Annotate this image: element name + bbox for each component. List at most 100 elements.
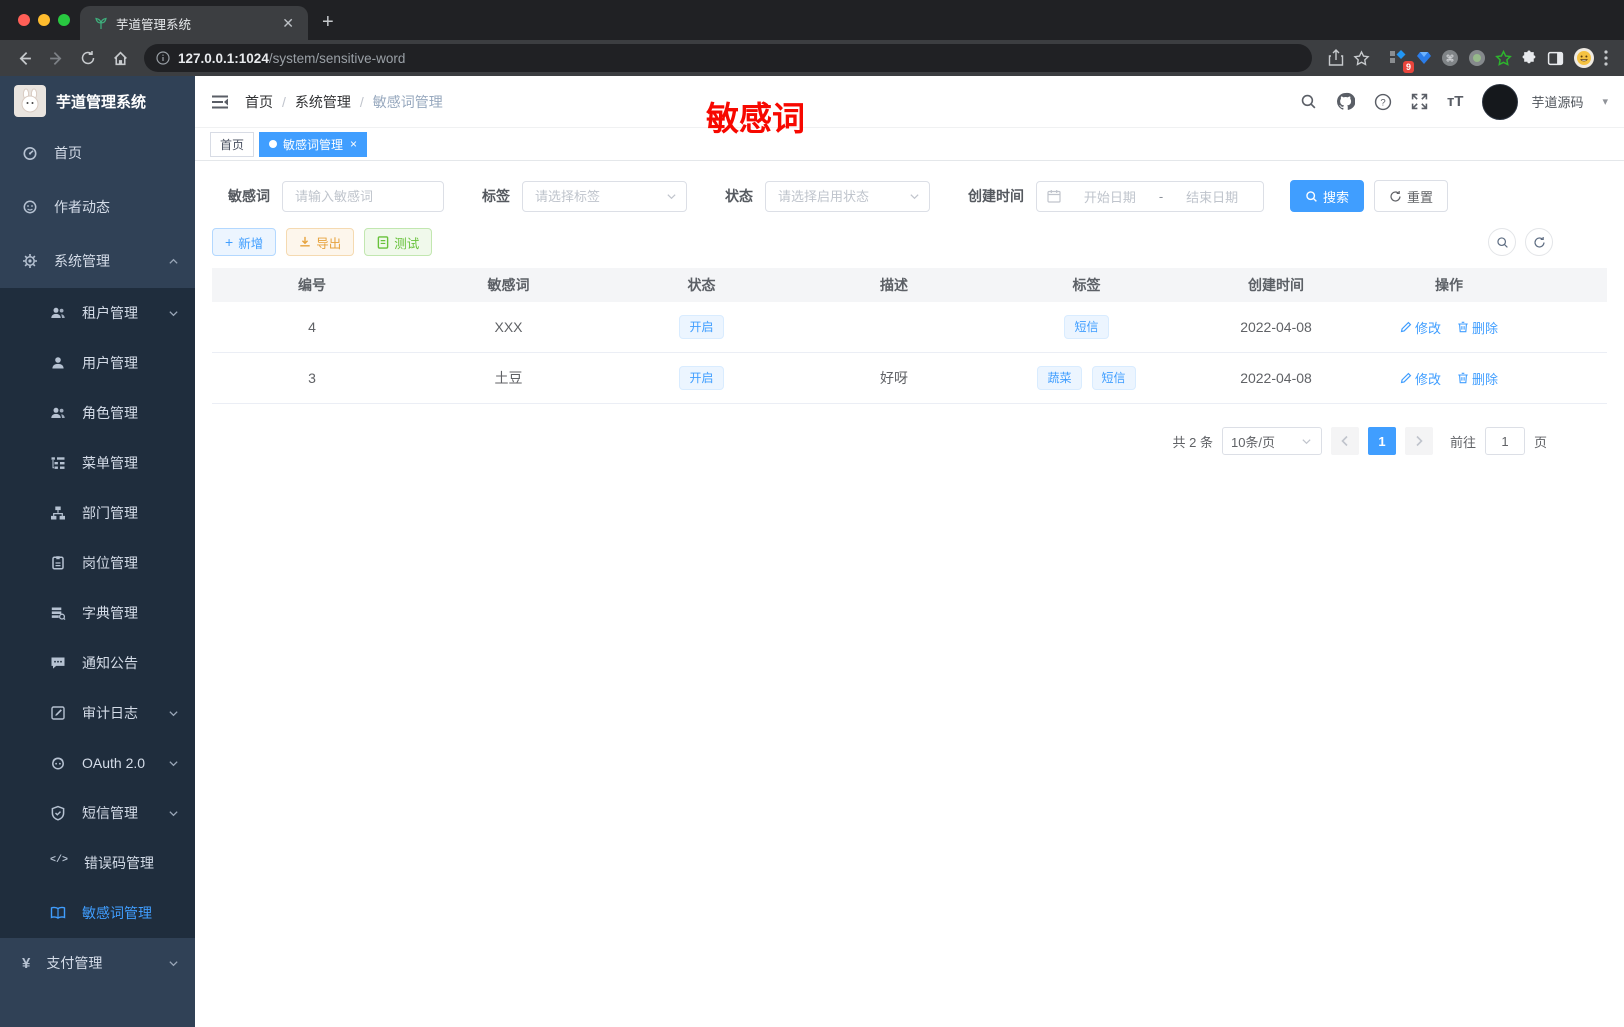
breadcrumb-system[interactable]: 系统管理 [295,92,351,112]
sidebar-item-role[interactable]: 角色管理 [0,388,195,438]
forward-icon[interactable] [42,44,70,72]
extensions-puzzle-icon[interactable] [1521,50,1538,67]
app-logo [14,85,46,117]
back-icon[interactable] [10,44,38,72]
extension-fehelper-icon[interactable]: 9 [1389,49,1414,73]
current-page-button[interactable]: 1 [1367,427,1396,455]
window-zoom-button[interactable] [58,14,70,26]
sidebar-item-dict[interactable]: 字典管理 [0,588,195,638]
url-bar[interactable]: 127.0.0.1:1024/system/sensitive-word [144,44,1312,72]
sidebar-item-dept[interactable]: 部门管理 [0,488,195,538]
github-icon[interactable] [1336,92,1355,111]
sidebar-item-user[interactable]: 用户管理 [0,338,195,388]
svg-text:?: ? [1380,97,1385,108]
profile-avatar-icon[interactable] [1573,47,1595,69]
date-end-placeholder[interactable]: 结束日期 [1171,187,1253,206]
sidebar-submenu-system: 租户管理 用户管理 角色管理 菜单管理 部门管理 岗位管理 字典管理 通知公告 … [0,288,195,938]
sidebar-item-post[interactable]: 岗位管理 [0,538,195,588]
word-input[interactable] [283,181,443,211]
search-icon[interactable] [1300,93,1317,110]
delete-button[interactable]: 删除 [1457,369,1498,388]
next-page-button[interactable] [1404,427,1433,455]
date-range-picker[interactable]: 开始日期 - 结束日期 [1036,180,1264,212]
reset-button-label: 重置 [1407,189,1434,205]
sidebar-item-label: 菜单管理 [82,455,138,471]
reset-button[interactable]: 重置 [1374,180,1449,212]
browser-tab-title: 芋道管理系统 [116,17,192,32]
users-icon [50,305,66,321]
extension-record-icon[interactable] [1468,49,1486,67]
tags-view-tab-home[interactable]: 首页 [210,131,255,157]
sidebar-item-system[interactable]: 系统管理 [0,234,195,288]
prev-page-button[interactable] [1330,427,1359,455]
edit-button[interactable]: 修改 [1400,369,1441,388]
shield-check-icon [50,805,66,821]
window-controls[interactable] [18,14,70,26]
sidebar-item-author[interactable]: 作者动态 [0,180,195,234]
tag-select[interactable] [523,181,686,211]
help-icon[interactable]: ? [1374,93,1392,111]
status-badge[interactable]: 开启 [679,366,724,390]
add-button[interactable]: + 新增 [212,228,277,256]
sidebar-item-tenant[interactable]: 租户管理 [0,288,195,338]
tab-close-icon[interactable]: × [350,137,357,151]
menu-fold-icon[interactable] [211,94,229,110]
extension-badge: 9 [1402,61,1414,73]
font-size-icon[interactable]: ᴛT [1447,94,1464,109]
extension-gem-icon[interactable] [1416,50,1432,66]
bookmark-star-icon[interactable] [1353,49,1370,67]
tab-close-icon[interactable]: ✕ [278,15,298,32]
sidebar-item-pay[interactable]: ¥ 支付管理 [0,938,195,988]
extension-command-icon[interactable]: ⌘ [1441,49,1459,67]
side-panel-icon[interactable] [1547,50,1564,67]
date-start-placeholder[interactable]: 开始日期 [1069,187,1151,206]
search-button[interactable]: 搜索 [1290,180,1365,212]
filter-date-label: 创建时间 [968,188,1024,204]
browser-tab[interactable]: 芋道管理系统 ✕ [80,6,308,40]
sidebar-item-label: 部门管理 [82,505,138,521]
user-avatar[interactable] [1482,83,1519,120]
sidebar-item-errcode[interactable]: </> 错误码管理 [0,838,195,888]
test-button[interactable]: 测试 [364,228,433,256]
reload-icon[interactable] [74,44,102,72]
sidebar-item-home[interactable]: 首页 [0,126,195,180]
toggle-search-icon[interactable] [1488,228,1516,256]
caret-down-icon[interactable]: ▾ [1602,95,1608,108]
delete-button[interactable]: 删除 [1457,318,1498,337]
window-close-button[interactable] [18,14,30,26]
status-badge[interactable]: 开启 [679,315,724,339]
refresh-table-icon[interactable] [1525,228,1553,256]
sidebar-item-menu[interactable]: 菜单管理 [0,438,195,488]
username[interactable]: 芋道源码 [1531,92,1583,111]
sidebar-item-oauth[interactable]: OAuth 2.0 [0,738,195,788]
user-icon [50,355,66,371]
sidebar-item-sensitive-word[interactable]: 敏感词管理 [0,888,195,938]
goto-page-input[interactable] [1484,427,1525,455]
cell-created-at: 2022-04-08 [1240,319,1312,335]
tags-view-bar: 首页 敏感词管理 × [195,128,1624,161]
sidebar-item-sms[interactable]: 短信管理 [0,788,195,838]
cell-id: 3 [308,370,316,386]
extension-green-star-icon[interactable] [1495,49,1512,67]
filter-word: 敏感词 [228,180,444,212]
page-size-select[interactable]: 10条/页 [1221,427,1322,455]
browser-menu-kebab-icon[interactable] [1604,50,1608,66]
sidebar-item-audit[interactable]: 审计日志 [0,688,195,738]
share-icon[interactable] [1328,49,1344,67]
home-icon[interactable] [106,44,134,72]
tags-view-tab-sensitive[interactable]: 敏感词管理 × [259,131,368,157]
chevron-down-icon [168,958,179,969]
export-button[interactable]: 导出 [286,228,355,256]
author-face-icon [22,199,38,215]
date-separator: - [1158,188,1164,204]
breadcrumb-separator: / [359,93,364,110]
status-select[interactable] [766,181,929,211]
site-info-icon[interactable] [156,51,170,65]
edit-button[interactable]: 修改 [1400,318,1441,337]
breadcrumb-home[interactable]: 首页 [245,92,273,112]
fullscreen-icon[interactable] [1411,93,1428,110]
sidebar-item-notice[interactable]: 通知公告 [0,638,195,688]
window-minimize-button[interactable] [38,14,50,26]
new-tab-button[interactable]: + [322,11,334,40]
cell-word: XXX [494,319,523,335]
